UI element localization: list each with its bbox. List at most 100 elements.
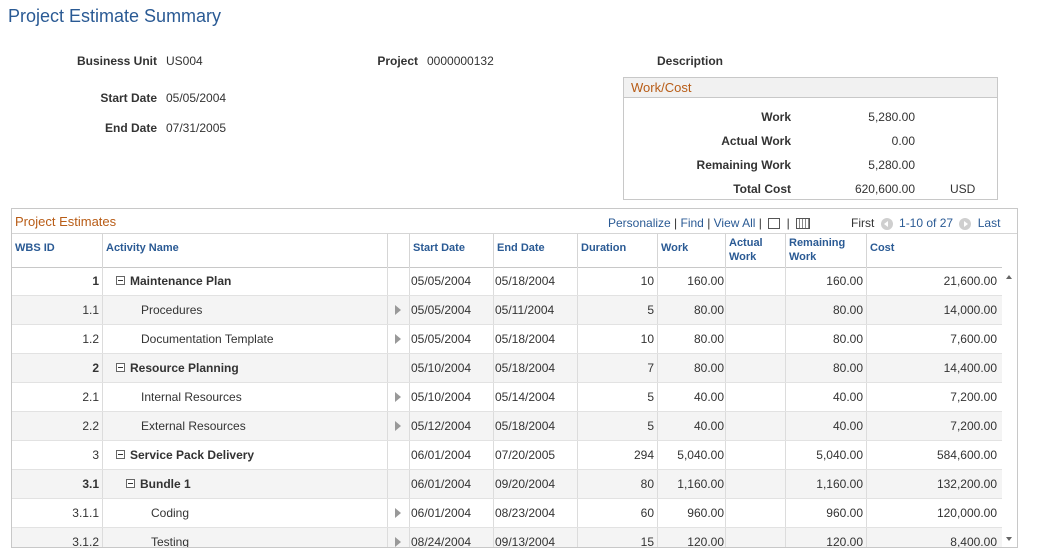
activity-name-cell: Documentation Template [141,325,274,353]
wbs-id-cell: 2.2 [82,419,99,433]
start-date-cell: 05/05/2004 [411,332,472,346]
end-date-cell: 05/18/2004 [495,361,556,375]
new-window-icon[interactable] [768,218,781,230]
table-row[interactable]: 3.1 06/01/2004 09/20/2004 80 1,160.00 1,160.0… [12,470,1002,499]
activity-name-text: Documentation Template [141,332,274,346]
currency-code: USD [950,182,976,196]
table-row[interactable]: 1.1 05/05/2004 05/11/2004 5 80.00 80.00 14,000… [12,296,1002,325]
start-date-cell: 05/10/2004 [411,361,472,375]
pagination: First 1-10 of 27 Last [851,216,1000,230]
actual-work-cell [725,296,782,324]
duration-cell: 60 [640,506,654,520]
description-label: Description [656,54,723,68]
expand-arrow-icon[interactable] [395,305,401,315]
duration-cell: 15 [640,535,654,548]
collapse-icon[interactable] [116,275,125,285]
table-row[interactable]: 3 06/01/2004 07/20/2005 294 5,040.00 5,040.00… [12,441,1002,470]
table-row[interactable]: 2.2 05/12/2004 05/18/2004 5 40.00 40.00 7,200.… [12,412,1002,441]
collapse-icon[interactable] [116,362,125,372]
business-unit-label: Business Unit [76,54,157,68]
actual-work-cell [725,325,782,353]
grid-header: WBS ID Activity Name Start Date End Date… [12,233,1017,268]
actual-work-cell [725,267,782,295]
work-cell: 5,040.00 [677,448,724,462]
wbs-id-cell: 3.1.1 [72,506,99,520]
table-row[interactable]: 1.2 05/05/2004 05/18/2004 10 80.00 80.00 7,600… [12,325,1002,354]
download-grid-icon[interactable] [796,218,811,230]
actual-work-cell [725,441,782,469]
table-row[interactable]: 2.1 05/10/2004 05/14/2004 5 40.00 40.00 7,200.… [12,383,1002,412]
remaining-work-cell: 40.00 [832,390,863,404]
col-end-date[interactable]: End Date [493,234,577,267]
expand-arrow-icon[interactable] [395,392,401,402]
vertical-scrollbar[interactable] [1002,267,1017,547]
end-date-value: 07/31/2005 [166,121,227,135]
remaining-work-cell: 80.00 [832,303,863,317]
previous-page-icon[interactable] [880,217,893,230]
expand-arrow-icon[interactable] [395,421,401,431]
end-date-label: End Date [104,121,157,135]
work-row: Work 5,280.00 [624,110,997,126]
col-remaining-work[interactable]: Remaining Work [785,234,866,267]
personalize-link[interactable]: Personalize [608,216,671,230]
page-range: 1-10 of 27 [899,216,954,230]
work-cell: 1,160.00 [677,477,724,491]
grid-rows: 1 05/05/2004 05/18/2004 10 160.00 160.00 21,60… [12,267,1002,548]
cost-cell: 584,600.00 [936,448,997,462]
next-page-icon[interactable] [959,217,972,230]
wbs-id-cell: 1.1 [82,303,99,317]
remaining-work-cell: 160.00 [826,274,863,288]
scroll-up-icon[interactable] [1006,275,1012,279]
duration-cell: 10 [640,332,654,346]
activity-name-text: Internal Resources [141,390,242,404]
start-date-value: 05/05/2004 [166,91,227,105]
col-wbs-id[interactable]: WBS ID [12,234,102,267]
duration-cell: 294 [633,448,654,462]
work-cell: 960.00 [687,506,724,520]
remaining-work-cell: 120.00 [826,535,863,548]
cost-cell: 120,000.00 [936,506,997,520]
duration-cell: 5 [647,303,654,317]
wbs-id-cell: 3.1 [82,477,99,491]
col-expand [387,234,409,267]
collapse-icon[interactable] [126,478,135,488]
col-work[interactable]: Work [657,234,725,267]
activity-name-cell: External Resources [141,412,246,440]
end-date-cell: 07/20/2005 [495,448,556,462]
cost-cell: 14,400.00 [943,361,997,375]
start-date-cell: 06/01/2004 [411,477,472,491]
activity-name-text: Coding [151,506,190,520]
expand-arrow-icon[interactable] [395,537,401,547]
activity-name-text: Resource Planning [130,361,239,375]
end-date-cell: 05/14/2004 [495,390,556,404]
work-label: Work [761,110,791,124]
actual-work-cell [725,383,782,411]
col-actual-work[interactable]: Actual Work [725,234,785,267]
activity-name-cell: Internal Resources [141,383,242,411]
col-duration[interactable]: Duration [577,234,657,267]
col-start-date[interactable]: Start Date [409,234,493,267]
col-activity-name[interactable]: Activity Name [102,234,387,267]
expand-arrow-icon[interactable] [395,508,401,518]
col-cost[interactable]: Cost [866,234,1017,267]
find-link[interactable]: Find [681,216,704,230]
collapse-icon[interactable] [116,449,125,459]
table-row[interactable]: 3.1.2 08/24/2004 09/13/2004 15 120.00 120.00 8… [12,528,1002,548]
cost-cell: 21,600.00 [943,274,997,288]
table-row[interactable]: 1 05/05/2004 05/18/2004 10 160.00 160.00 21,60… [12,267,1002,296]
actual-work-row: Actual Work 0.00 [624,134,997,150]
scroll-down-icon[interactable] [1006,537,1012,541]
last-link[interactable]: Last [978,216,1001,230]
start-date-cell: 05/10/2004 [411,390,472,404]
table-row[interactable]: 2 05/10/2004 05/18/2004 7 80.00 80.00 14,400.0… [12,354,1002,383]
duration-cell: 80 [640,477,654,491]
table-row[interactable]: 3.1.1 06/01/2004 08/23/2004 60 960.00 960.00 1… [12,499,1002,528]
start-date-cell: 06/01/2004 [411,506,472,520]
view-all-link[interactable]: View All [714,216,756,230]
end-date-cell: 09/13/2004 [495,535,556,548]
remaining-work-label: Remaining Work [696,158,791,172]
activity-name-text: Maintenance Plan [130,274,232,288]
end-date-cell: 08/23/2004 [495,506,556,520]
cost-cell: 7,200.00 [950,419,997,433]
expand-arrow-icon[interactable] [395,334,401,344]
